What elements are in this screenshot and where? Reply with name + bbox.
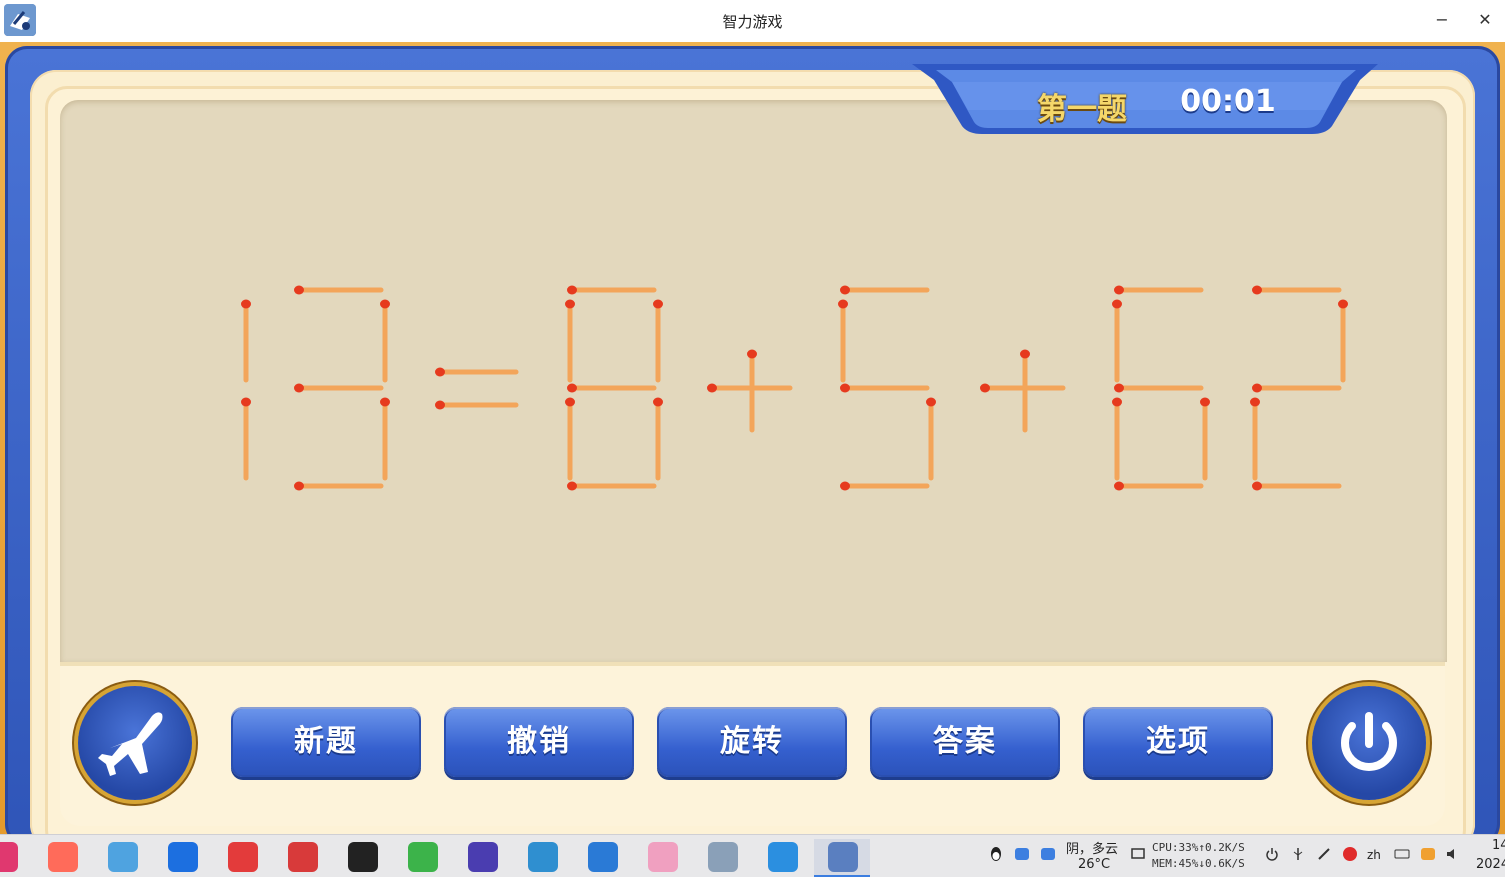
cpu-stat: CPU:33%↑0.2K/S xyxy=(1152,841,1245,854)
rotate-button[interactable]: 旋转 xyxy=(657,707,847,777)
level-banner xyxy=(912,60,1382,138)
new-puzzle-button[interactable]: 新题 xyxy=(231,707,421,777)
weather-text: 阴，多云 xyxy=(1066,842,1119,857)
power-icon xyxy=(1341,712,1397,771)
answer-button[interactable]: 答案 xyxy=(870,707,1060,777)
app-tray-icon-3[interactable] xyxy=(1420,846,1436,862)
display-icon[interactable] xyxy=(1130,846,1146,862)
clock-date[interactable]: 2024 xyxy=(1476,857,1505,872)
keyboard-icon[interactable] xyxy=(1394,846,1410,862)
qq-icon xyxy=(348,842,378,872)
power-tray-icon[interactable] xyxy=(1264,846,1280,862)
taskbar-item-vscode[interactable] xyxy=(574,839,630,875)
wechat-icon xyxy=(408,842,438,872)
netease-tray-icon[interactable] xyxy=(1342,846,1358,862)
puzzle-board xyxy=(60,100,1447,662)
usb-icon[interactable] xyxy=(1290,846,1306,862)
power-button[interactable] xyxy=(1312,686,1426,800)
puzzle-game-icon xyxy=(828,842,858,872)
taskbar-item-system-monitor[interactable] xyxy=(514,839,570,875)
input-method[interactable]: zh xyxy=(1367,848,1381,862)
undo-button[interactable]: 撤销 xyxy=(444,707,634,777)
taskbar-item-puzzle-game[interactable] xyxy=(814,839,870,877)
taskbar-item-cpu-monitor[interactable] xyxy=(454,839,510,875)
screen-recorder-icon xyxy=(48,842,78,872)
taskbar-item-terminal[interactable] xyxy=(274,839,330,875)
taskbar-item-netease-cloud-music[interactable] xyxy=(214,839,270,875)
close-button[interactable]: ✕ xyxy=(1471,6,1499,34)
plane-button[interactable] xyxy=(78,686,192,800)
taskbar-item-edge[interactable] xyxy=(754,839,810,875)
taskbar-item-app-store[interactable] xyxy=(94,839,150,875)
image-viewer-icon xyxy=(648,842,678,872)
taskbar-item-package-installer[interactable] xyxy=(694,839,750,875)
package-installer-icon xyxy=(708,842,738,872)
options-button[interactable]: 选项 xyxy=(1083,707,1273,777)
timer: 00:01 xyxy=(1180,84,1276,119)
clock-time[interactable]: 14 xyxy=(1492,838,1505,853)
window-title: 智力游戏 xyxy=(722,13,783,31)
temperature-text: 26°C xyxy=(1078,857,1111,872)
taskbar-item-image-viewer[interactable] xyxy=(634,839,690,875)
pen-icon[interactable] xyxy=(1316,846,1332,862)
terminal-icon xyxy=(288,842,318,872)
taskbar-item-wechat[interactable] xyxy=(394,839,450,875)
app-tray-icon-2[interactable] xyxy=(1040,846,1056,862)
taskbar-item-screen-recorder[interactable] xyxy=(34,839,90,875)
level-label: 第一题 xyxy=(1037,92,1127,127)
title-bar: 智力游戏 − ✕ xyxy=(0,0,1505,43)
taskbar-item-feishu[interactable] xyxy=(154,839,210,875)
taskbar-item-qq[interactable] xyxy=(334,839,390,875)
netease-cloud-music-icon xyxy=(228,842,258,872)
mem-stat: MEM:45%↓0.6K/S xyxy=(1152,857,1245,870)
taskbar-item-netease-music[interactable] xyxy=(0,839,30,875)
app-tray-icon[interactable] xyxy=(1014,846,1030,862)
feishu-icon xyxy=(168,842,198,872)
edge-icon xyxy=(768,842,798,872)
system-monitor-icon xyxy=(528,842,558,872)
volume-icon[interactable] xyxy=(1444,846,1460,862)
cpu-monitor-icon xyxy=(468,842,498,872)
vscode-icon xyxy=(588,842,618,872)
app-store-icon xyxy=(108,842,138,872)
netease-music-icon xyxy=(0,842,18,872)
minimize-button[interactable]: − xyxy=(1428,6,1456,34)
qq-tray-icon[interactable] xyxy=(988,846,1004,862)
plane-icon xyxy=(98,712,163,776)
